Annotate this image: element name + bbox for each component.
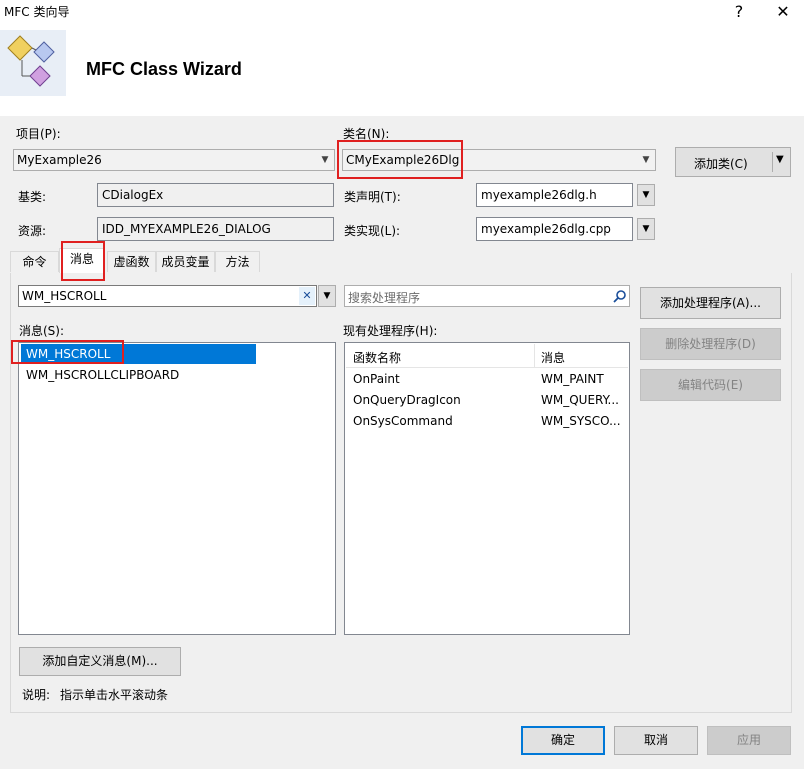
message-filter-dropdown[interactable]: ▼	[318, 285, 336, 307]
project-value: MyExample26	[17, 153, 102, 167]
tab-commands[interactable]: 命令	[10, 251, 59, 272]
selected-message-highlight	[11, 340, 124, 364]
list-item-label: WM_HSCROLLCLIPBOARD	[26, 368, 180, 382]
base-class-field: CDialogEx	[97, 183, 334, 207]
ok-button[interactable]: 确定	[521, 726, 605, 755]
class-implementation-value: myexample26dlg.cpp	[481, 222, 611, 236]
split-divider	[772, 152, 773, 172]
delete-handler-button[interactable]: 删除处理程序(D)	[640, 328, 781, 360]
description-text: 指示单击水平滚动条	[60, 688, 169, 702]
search-placeholder: 搜索处理程序	[348, 291, 421, 305]
list-item[interactable]: WM_HSCROLLCLIPBOARD	[21, 365, 256, 385]
handlers-list[interactable]: 函数名称 消息 OnPaint WM_PAINT OnQueryDragIcon…	[344, 342, 630, 635]
base-class-label: 基类:	[18, 190, 47, 204]
table-cell: WM_PAINT	[541, 372, 604, 386]
table-cell: WM_SYSCO...	[541, 414, 621, 428]
table-row[interactable]: OnSysCommand WM_SYSCO...	[346, 412, 628, 433]
class-name-highlight	[337, 140, 463, 179]
tab-member-variables[interactable]: 成员变量	[156, 251, 215, 272]
title-bar: MFC 类向导 ? ✕	[0, 0, 804, 24]
class-implementation-field[interactable]: myexample26dlg.cpp	[476, 217, 633, 241]
table-cell: OnPaint	[353, 372, 400, 386]
table-row[interactable]: OnPaint WM_PAINT	[346, 370, 628, 391]
project-label: 项目(P):	[16, 127, 61, 141]
search-icon[interactable]	[613, 289, 627, 303]
edit-code-button[interactable]: 编辑代码(E)	[640, 369, 781, 401]
base-class-value: CDialogEx	[102, 188, 164, 202]
handlers-label: 现有处理程序(H):	[343, 324, 438, 338]
window-title: MFC 类向导	[4, 5, 70, 19]
table-cell: OnSysCommand	[353, 414, 453, 428]
class-wizard-icon	[0, 30, 66, 96]
resource-field: IDD_MYEXAMPLE26_DIALOG	[97, 217, 334, 241]
column-divider[interactable]	[534, 344, 535, 367]
cancel-button[interactable]: 取消	[614, 726, 698, 755]
chevron-down-icon: ▼	[642, 224, 650, 234]
add-class-button[interactable]: 添加类(C) ▼	[675, 147, 791, 177]
chevron-down-icon: ▼	[321, 155, 329, 165]
column-header-message[interactable]: 消息	[541, 349, 565, 366]
message-filter-value: WM_HSCROLL	[22, 289, 107, 303]
tab-virtual-functions[interactable]: 虚函数	[107, 251, 156, 272]
chevron-down-icon[interactable]: ▼	[776, 154, 784, 165]
project-combo[interactable]: MyExample26 ▼	[13, 149, 335, 171]
handlers-header: 函数名称 消息	[346, 344, 628, 368]
messages-label: 消息(S):	[19, 324, 65, 338]
class-implementation-dropdown[interactable]: ▼	[637, 218, 655, 240]
table-cell: OnQueryDragIcon	[353, 393, 461, 407]
chevron-down-icon: ▼	[323, 291, 331, 301]
resource-value: IDD_MYEXAMPLE26_DIALOG	[102, 222, 271, 236]
column-header-function[interactable]: 函数名称	[353, 349, 401, 366]
help-icon[interactable]: ?	[722, 0, 756, 24]
resource-label: 资源:	[18, 224, 47, 238]
table-row[interactable]: OnQueryDragIcon WM_QUERY...	[346, 391, 628, 412]
class-declaration-label: 类声明(T):	[344, 190, 401, 204]
chevron-down-icon: ▼	[642, 155, 650, 165]
class-declaration-value: myexample26dlg.h	[481, 188, 597, 202]
description-label: 说明:	[22, 688, 51, 702]
clear-icon[interactable]: ✕	[299, 287, 315, 305]
wizard-title: MFC Class Wizard	[86, 59, 242, 79]
class-declaration-dropdown[interactable]: ▼	[637, 184, 655, 206]
tab-messages-highlight	[61, 241, 105, 281]
table-cell: WM_QUERY...	[541, 393, 619, 407]
class-declaration-field[interactable]: myexample26dlg.h	[476, 183, 633, 207]
add-custom-message-button[interactable]: 添加自定义消息(M)...	[19, 647, 181, 676]
search-input[interactable]: 搜索处理程序	[344, 285, 630, 307]
class-implementation-label: 类实现(L):	[344, 224, 401, 238]
chevron-down-icon: ▼	[642, 190, 650, 200]
wizard-banner: MFC Class Wizard	[0, 24, 804, 116]
messages-list[interactable]: WM_HSCROLL WM_HSCROLLCLIPBOARD	[18, 342, 336, 635]
add-class-label: 添加类(C)	[694, 157, 748, 171]
tab-methods[interactable]: 方法	[215, 251, 260, 272]
apply-button[interactable]: 应用	[707, 726, 791, 755]
message-filter-input[interactable]: WM_HSCROLL ✕	[18, 285, 317, 307]
add-handler-button[interactable]: 添加处理程序(A)...	[640, 287, 781, 319]
close-icon[interactable]: ✕	[766, 0, 800, 24]
